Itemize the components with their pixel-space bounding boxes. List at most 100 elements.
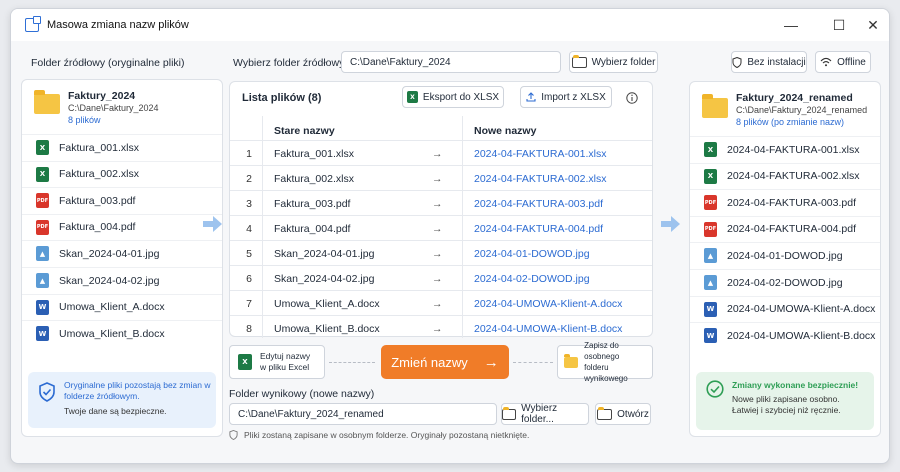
word-icon: W <box>704 328 717 344</box>
file-list-item[interactable]: ▲ Skan_2024-04-01.jpg <box>22 240 222 266</box>
choose-output-label: Wybierz folder... <box>521 403 558 425</box>
table-row[interactable]: 7 Umowa_Klient_A.docx 2024-04-UMOWA-Klient… <box>230 290 652 315</box>
image-icon: ▲ <box>704 248 717 264</box>
pdf-icon: PDF <box>704 195 717 211</box>
arrow-right-icon: → <box>432 148 443 160</box>
old-name-cell: Skan_2024-04-02.jpg <box>274 273 375 285</box>
footer-note-text: Pliki zostaną zapisane w osobnym folderz… <box>244 430 530 440</box>
file-list-item[interactable]: W Umowa_Klient_A.docx <box>22 293 222 320</box>
image-icon: ▲ <box>36 273 49 288</box>
excel-line1: Edytuj nazwy <box>260 351 311 361</box>
source-panel: Faktury_2024 C:\Dane\Faktury_2024 8 plik… <box>21 79 223 437</box>
file-list-item[interactable]: PDF Faktura_003.pdf <box>22 187 222 213</box>
file-list-item[interactable]: W 2024-04-UMOWA-Klient-B.docx <box>690 322 880 348</box>
window-title: Masowa zmiana nazw plików <box>47 19 189 31</box>
file-name: 2024-04-FAKTURA-002.xlsx <box>727 170 860 183</box>
arrow-right-icon: → <box>432 198 443 210</box>
image-icon: ▲ <box>704 275 717 290</box>
new-name-cell: 2024-04-FAKTURA-002.xlsx <box>474 173 607 185</box>
table-row[interactable]: 8 Umowa_Klient_B.docx 2024-04-UMOWA-Klient… <box>230 315 652 340</box>
choose-source-label-text: Wybierz folder <box>591 56 656 68</box>
old-name-cell: Umowa_Klient_A.docx <box>274 298 380 310</box>
save-separate-step: Zapisz do osobnego folderu wynikowego <box>557 341 653 383</box>
table-row[interactable]: 4 Faktura_004.pdf 2024-04-FAKTURA-004.pdf → <box>230 215 652 240</box>
file-list-item[interactable]: X Faktura_001.xlsx <box>22 134 222 160</box>
flow-arrow-icon <box>203 216 223 232</box>
flow-arrow-icon <box>661 216 681 232</box>
file-list-item[interactable]: X 2024-04-FAKTURA-002.xlsx <box>690 162 880 189</box>
badge-offline-label: Offline <box>837 56 866 68</box>
table-row[interactable]: 3 Faktura_003.pdf 2024-04-FAKTURA-003.pdf → <box>230 190 652 215</box>
info-icon[interactable] <box>626 92 638 104</box>
file-list-item[interactable]: PDF 2024-04-FAKTURA-004.pdf <box>690 215 880 242</box>
file-list-panel: Lista plików (8) X Eksport do XLSX Impor… <box>229 81 653 340</box>
file-list-item[interactable]: ▲ 2024-04-01-DOWOD.jpg <box>690 242 880 268</box>
file-list-item[interactable]: X 2024-04-FAKTURA-001.xlsx <box>690 136 880 162</box>
source-path-input[interactable]: C:\Dane\Faktury_2024 <box>341 51 561 73</box>
edit-in-excel-label: Edytuj nazwy w pliku Excel <box>260 351 310 373</box>
new-name-cell: 2024-04-02-DOWOD.jpg <box>474 273 590 285</box>
file-list-item[interactable]: ▲ 2024-04-02-DOWOD.jpg <box>690 269 880 295</box>
source-file-count: 8 plików <box>68 115 101 125</box>
file-name: 2024-04-02-DOWOD.jpg <box>727 276 843 289</box>
flow-dash <box>513 362 553 363</box>
excel-line2: w pliku Excel <box>260 362 310 372</box>
excel-icon: X <box>704 142 717 157</box>
pdf-icon: PDF <box>36 219 49 235</box>
file-list-item[interactable]: PDF Faktura_004.pdf <box>22 213 222 240</box>
excel-icon: X <box>406 91 418 103</box>
arrow-right-icon: → <box>432 273 443 285</box>
file-name: Faktura_004.pdf <box>59 221 136 234</box>
file-list-title: Lista plików (8) <box>242 92 322 104</box>
check-circle-icon <box>706 380 724 398</box>
minimize-button[interactable]: — <box>771 9 811 41</box>
file-list-item[interactable]: W Umowa_Klient_B.docx <box>22 320 222 346</box>
row-number: 7 <box>246 298 252 310</box>
file-name: Faktura_003.pdf <box>59 194 136 207</box>
export-xlsx-label: Eksport do XLSX <box>422 91 500 103</box>
close-button[interactable]: ✕ <box>853 9 889 41</box>
badge-no-install-label: Bez instalacji <box>747 56 806 68</box>
column-header-old: Stare nazwy <box>274 125 335 137</box>
table-row[interactable]: 6 Skan_2024-04-02.jpg 2024-04-02-DOWOD.jpg… <box>230 265 652 290</box>
pdf-icon: PDF <box>704 221 717 237</box>
excel-icon: X <box>238 354 252 370</box>
file-name: Faktura_001.xlsx <box>59 141 139 154</box>
old-name-cell: Faktura_002.xlsx <box>274 173 354 185</box>
success-line1: Nowe pliki zapisane osobno. <box>732 394 840 404</box>
table-row[interactable]: 1 Faktura_001.xlsx 2024-04-FAKTURA-001.xls… <box>230 140 652 165</box>
edit-in-excel-step[interactable]: X Edytuj nazwy w pliku Excel <box>229 345 325 379</box>
row-number: 8 <box>246 323 252 335</box>
rename-button[interactable]: Zmień nazwy → <box>381 345 509 379</box>
table-row[interactable]: 2 Faktura_002.xlsx 2024-04-FAKTURA-002.xls… <box>230 165 652 190</box>
export-xlsx-button[interactable]: X Eksport do XLSX <box>402 86 504 108</box>
file-name: 2024-04-FAKTURA-004.pdf <box>727 223 856 236</box>
choose-source-button[interactable]: Wybierz folder <box>569 51 658 73</box>
output-path-input[interactable]: C:\Dane\Faktury_2024_renamed <box>229 403 497 425</box>
file-list-item[interactable]: X Faktura_002.xlsx <box>22 160 222 187</box>
file-list-item[interactable]: PDF 2024-04-FAKTURA-003.pdf <box>690 189 880 215</box>
table-row[interactable]: 5 Skan_2024-04-01.jpg 2024-04-01-DOWOD.jpg… <box>230 240 652 265</box>
shield-icon <box>39 382 55 402</box>
old-name-cell: Faktura_004.pdf <box>274 223 351 235</box>
folder-icon <box>702 94 728 118</box>
old-name-cell: Faktura_003.pdf <box>274 198 351 210</box>
app-window: Masowa zmiana nazw plików — ☐ ✕ Folder ź… <box>10 8 890 464</box>
file-name: 2024-04-01-DOWOD.jpg <box>727 249 843 262</box>
flow-dash <box>329 362 375 363</box>
excel-icon: X <box>704 168 717 184</box>
open-output-label: Otwórz <box>617 408 649 420</box>
file-list-item[interactable]: W 2024-04-UMOWA-Klient-A.docx <box>690 295 880 322</box>
choose-output-button[interactable]: Wybierz folder... <box>501 403 589 425</box>
import-xlsx-button[interactable]: Import z XLSX <box>520 86 612 108</box>
source-folder-name: Faktury_2024 <box>68 90 136 102</box>
old-name-cell: Umowa_Klient_B.docx <box>274 323 380 335</box>
source-panel-header: Folder źródłowy (oryginalne pliki) <box>31 57 185 69</box>
folder-open-icon <box>571 54 587 68</box>
file-list-item[interactable]: ▲ Skan_2024-04-02.jpg <box>22 267 222 293</box>
new-name-cell: 2024-04-01-DOWOD.jpg <box>474 248 590 260</box>
old-name-cell: Skan_2024-04-01.jpg <box>274 248 375 260</box>
file-name: Umowa_Klient_A.docx <box>59 301 165 314</box>
image-icon: ▲ <box>36 246 49 262</box>
open-output-button[interactable]: Otwórz <box>595 403 651 425</box>
